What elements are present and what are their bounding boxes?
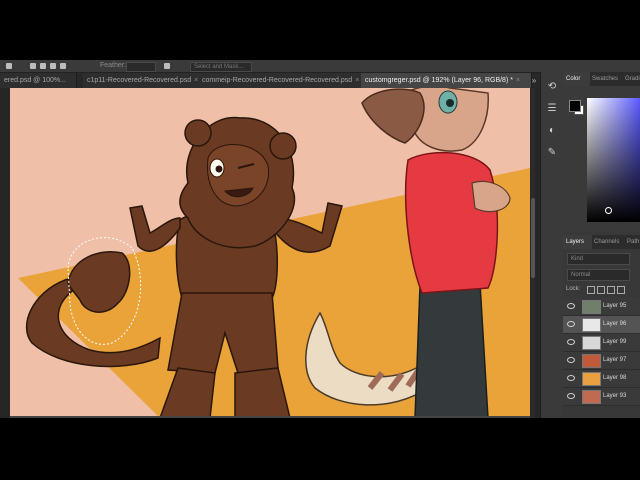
scroll-thumb[interactable] xyxy=(531,198,535,278)
eye-icon[interactable] xyxy=(567,321,575,327)
tab-swatches[interactable]: Swatches xyxy=(589,72,624,86)
doc-tab-label: c1p11-Recovered-Recovered.psd xyxy=(87,77,192,84)
eye-icon[interactable] xyxy=(567,339,575,345)
bottom-letterbox xyxy=(0,418,640,480)
tool-preset-icon[interactable] xyxy=(6,63,12,69)
select-and-mask-button[interactable]: Select and Mask... xyxy=(190,62,252,72)
adjustments-icon[interactable]: ◐ xyxy=(545,124,559,138)
red-shirt xyxy=(404,151,499,294)
lock-pixels-icon[interactable] xyxy=(597,286,605,294)
doc-tab-label: customgreger.psd @ 192% (Layer 96, RGB/8… xyxy=(365,77,513,84)
tab-color[interactable]: Color xyxy=(563,72,590,86)
layer-name: Layer 99 xyxy=(603,339,627,345)
panel-icon-strip: ⟲ ☰ ◐ ✎ xyxy=(540,72,564,418)
tab-gradients[interactable]: Gradie xyxy=(622,72,640,86)
tabs-overflow-icon[interactable]: » xyxy=(528,73,540,88)
right-character-pupil xyxy=(446,99,454,107)
doc-tab-2[interactable]: c1p11-Recovered-Recovered.psd × xyxy=(83,73,200,88)
color-panel-tabs: Color Swatches Gradie xyxy=(563,72,640,86)
close-icon[interactable]: × xyxy=(516,73,520,88)
properties-icon[interactable]: ☰ xyxy=(545,102,559,116)
lock-all-icon[interactable] xyxy=(617,286,625,294)
color-picker-field[interactable] xyxy=(587,98,640,222)
layer-row[interactable]: Layer 93 xyxy=(563,388,640,406)
layer-name: Layer 97 xyxy=(603,357,627,363)
layer-name: Layer 98 xyxy=(603,375,627,381)
add-selection-icon[interactable] xyxy=(40,63,46,69)
doc-tab-label: commeip-Recovered-Recovered-Recovered.ps… xyxy=(202,77,353,84)
photoshop-window: Feather: Select and Mask... ered.psd @ 1… xyxy=(0,60,640,418)
doc-tab-1[interactable]: ered.psd @ 100%... xyxy=(0,73,77,88)
intersect-selection-icon[interactable] xyxy=(60,63,66,69)
top-letterbox xyxy=(0,0,640,60)
feather-input[interactable] xyxy=(126,62,156,72)
layer-thumbnail xyxy=(582,372,601,386)
tab-channels[interactable]: Channels xyxy=(591,235,626,249)
tab-paths[interactable]: Path xyxy=(624,235,640,249)
layer-thumbnail xyxy=(582,300,601,314)
lock-transparent-icon[interactable] xyxy=(587,286,595,294)
eye-icon[interactable] xyxy=(567,357,575,363)
layer-row[interactable]: Layer 99 xyxy=(563,334,640,352)
history-icon[interactable]: ⟲ xyxy=(545,80,559,94)
eye-icon[interactable] xyxy=(567,375,575,381)
layers-panel: Kind Normal Lock: Layer 95 Layer 96 Laye… xyxy=(563,249,640,418)
layer-thumbnail xyxy=(582,336,601,350)
brush-settings-icon[interactable]: ✎ xyxy=(545,146,559,160)
layer-name: Layer 96 xyxy=(603,321,627,327)
canvas-area[interactable] xyxy=(0,88,540,418)
feather-label: Feather: xyxy=(100,62,127,69)
eye-icon[interactable] xyxy=(567,393,575,399)
artwork-canvas[interactable] xyxy=(10,88,530,418)
anti-alias-icon[interactable] xyxy=(164,63,170,69)
layers-panel-tabs: Layers Channels Path xyxy=(563,235,640,249)
layer-thumbnail xyxy=(582,354,601,368)
layer-row[interactable]: Layer 97 xyxy=(563,352,640,370)
document-tabs: ered.psd @ 100%... c1p11-Recovered-Recov… xyxy=(0,73,540,88)
layer-name: Layer 95 xyxy=(603,303,627,309)
lock-position-icon[interactable] xyxy=(607,286,615,294)
eye-icon[interactable] xyxy=(567,303,575,309)
layer-row[interactable]: Layer 98 xyxy=(563,370,640,388)
vertical-scrollbar[interactable] xyxy=(531,88,535,418)
layer-row[interactable]: Layer 95 xyxy=(563,298,640,316)
doc-tab-3[interactable]: commeip-Recovered-Recovered-Recovered.ps… xyxy=(198,73,363,88)
color-picker-cursor[interactable] xyxy=(605,207,612,214)
tab-layers[interactable]: Layers xyxy=(563,235,592,249)
lion-pupil xyxy=(215,165,223,173)
lion-right-ear xyxy=(269,132,297,160)
close-icon[interactable]: × xyxy=(355,73,359,88)
grey-pants xyxy=(414,282,489,418)
new-selection-icon[interactable] xyxy=(30,63,36,69)
lion-left-ear xyxy=(184,119,212,147)
layer-row-selected[interactable]: Layer 96 xyxy=(563,316,640,334)
layer-thumbnail xyxy=(582,390,601,404)
right-panels: Color Swatches Gradie Layers Channels Pa… xyxy=(563,72,640,418)
layer-name: Layer 93 xyxy=(603,393,627,399)
blend-mode-select[interactable]: Normal xyxy=(567,269,630,281)
doc-tab-label: ered.psd @ 100%... xyxy=(4,77,66,84)
lock-label: Lock: xyxy=(566,286,581,292)
layer-filter-input[interactable]: Kind xyxy=(567,253,630,265)
foreground-color-swatch[interactable] xyxy=(569,100,581,112)
layer-thumbnail xyxy=(582,318,601,332)
subtract-selection-icon[interactable] xyxy=(50,63,56,69)
doc-tab-active[interactable]: customgreger.psd @ 192% (Layer 96, RGB/8… xyxy=(361,73,532,88)
